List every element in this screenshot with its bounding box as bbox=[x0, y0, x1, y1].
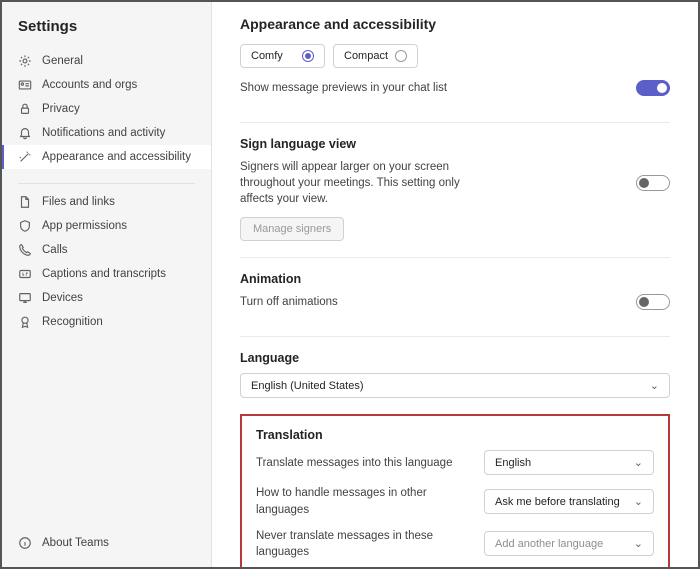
sidebar-item-notifications[interactable]: Notifications and activity bbox=[2, 121, 211, 145]
sidebar-item-general[interactable]: General bbox=[2, 49, 211, 73]
chevron-down-icon: ⌄ bbox=[650, 379, 659, 392]
sidebar-item-label: Captions and transcripts bbox=[42, 268, 166, 280]
chevron-down-icon: ⌄ bbox=[634, 456, 643, 469]
sidebar-item-label: Privacy bbox=[42, 103, 80, 115]
sidebar-group-1: General Accounts and orgs Privacy Notifi… bbox=[2, 49, 211, 169]
settings-title: Settings bbox=[2, 14, 211, 49]
sign-language-desc: Signers will appear larger on your scree… bbox=[240, 159, 480, 207]
sidebar-item-files[interactable]: Files and links bbox=[2, 190, 211, 214]
sidebar-item-app-permissions[interactable]: App permissions bbox=[2, 214, 211, 238]
language-value: English (United States) bbox=[251, 380, 364, 392]
sidebar-item-label: Notifications and activity bbox=[42, 127, 165, 139]
sidebar-item-captions[interactable]: Captions and transcripts bbox=[2, 262, 211, 286]
sidebar-item-label: Devices bbox=[42, 292, 83, 304]
sidebar-item-label: Files and links bbox=[42, 196, 115, 208]
sidebar: Settings General Accounts and orgs Priva… bbox=[2, 2, 212, 567]
settings-window: Settings General Accounts and orgs Priva… bbox=[0, 0, 700, 569]
id-card-icon bbox=[18, 78, 32, 92]
sidebar-group-2: Files and links App permissions Calls Ca… bbox=[2, 190, 211, 334]
bell-icon bbox=[18, 126, 32, 140]
monitor-icon bbox=[18, 291, 32, 305]
never-translate-row: Never translate messages in these langua… bbox=[256, 528, 654, 560]
sidebar-item-label: About Teams bbox=[42, 537, 109, 549]
radio-circle-icon bbox=[395, 50, 407, 62]
badge-icon bbox=[18, 315, 32, 329]
sidebar-item-about[interactable]: About Teams bbox=[2, 531, 211, 555]
language-section: Language English (United States) ⌄ bbox=[240, 351, 670, 406]
sidebar-item-label: Appearance and accessibility bbox=[42, 151, 191, 163]
phone-icon bbox=[18, 243, 32, 257]
translation-heading: Translation bbox=[256, 428, 654, 442]
select-value: Ask me before translating bbox=[495, 496, 620, 508]
sidebar-divider bbox=[18, 183, 195, 184]
sidebar-item-calls[interactable]: Calls bbox=[2, 238, 211, 262]
density-section: Comfy Compact Show message previews in y… bbox=[240, 44, 670, 123]
previews-label: Show message previews in your chat list bbox=[240, 80, 447, 96]
previews-toggle[interactable] bbox=[636, 80, 670, 96]
translation-section: Translation Translate messages into this… bbox=[240, 414, 670, 567]
never-translate-label: Never translate messages in these langua… bbox=[256, 528, 468, 560]
density-comfy-radio[interactable]: Comfy bbox=[240, 44, 325, 68]
radio-circle-icon bbox=[302, 50, 314, 62]
chevron-down-icon: ⌄ bbox=[634, 495, 643, 508]
translate-into-row: Translate messages into this language En… bbox=[256, 450, 654, 475]
animation-row: Turn off animations bbox=[240, 294, 670, 310]
translate-into-select[interactable]: English ⌄ bbox=[484, 450, 654, 475]
manage-signers-button[interactable]: Manage signers bbox=[240, 217, 344, 241]
sidebar-item-label: Calls bbox=[42, 244, 68, 256]
sidebar-item-devices[interactable]: Devices bbox=[2, 286, 211, 310]
sidebar-item-label: App permissions bbox=[42, 220, 127, 232]
captions-icon bbox=[18, 267, 32, 281]
animation-toggle[interactable] bbox=[636, 294, 670, 310]
translate-into-label: Translate messages into this language bbox=[256, 455, 452, 471]
chevron-down-icon: ⌄ bbox=[634, 537, 643, 550]
sign-language-heading: Sign language view bbox=[240, 137, 670, 151]
radio-label: Comfy bbox=[251, 50, 283, 62]
handle-messages-select[interactable]: Ask me before translating ⌄ bbox=[484, 489, 654, 514]
radio-label: Compact bbox=[344, 50, 388, 62]
sidebar-item-label: General bbox=[42, 55, 83, 67]
sign-language-toggle[interactable] bbox=[636, 175, 670, 191]
sidebar-item-recognition[interactable]: Recognition bbox=[2, 310, 211, 334]
never-translate-select[interactable]: Add another language ⌄ bbox=[484, 531, 654, 556]
language-heading: Language bbox=[240, 351, 670, 365]
animation-section: Animation Turn off animations bbox=[240, 272, 670, 337]
shield-icon bbox=[18, 219, 32, 233]
file-icon bbox=[18, 195, 32, 209]
wand-icon bbox=[18, 150, 32, 164]
sign-language-section: Sign language view Signers will appear l… bbox=[240, 137, 670, 258]
page-title: Appearance and accessibility bbox=[240, 16, 670, 32]
sidebar-item-privacy[interactable]: Privacy bbox=[2, 97, 211, 121]
density-compact-radio[interactable]: Compact bbox=[333, 44, 418, 68]
sidebar-item-appearance[interactable]: Appearance and accessibility bbox=[2, 145, 211, 169]
handle-messages-row: How to handle messages in other language… bbox=[256, 485, 654, 517]
info-icon bbox=[18, 536, 32, 550]
handle-messages-label: How to handle messages in other language… bbox=[256, 485, 468, 517]
sidebar-item-accounts[interactable]: Accounts and orgs bbox=[2, 73, 211, 97]
main-panel: Appearance and accessibility Comfy Compa… bbox=[212, 2, 698, 567]
language-select[interactable]: English (United States) ⌄ bbox=[240, 373, 670, 398]
select-placeholder: Add another language bbox=[495, 538, 603, 550]
animation-heading: Animation bbox=[240, 272, 670, 286]
sidebar-item-label: Accounts and orgs bbox=[42, 79, 137, 91]
sign-language-row: Signers will appear larger on your scree… bbox=[240, 159, 670, 207]
gear-icon bbox=[18, 54, 32, 68]
sidebar-footer: About Teams bbox=[2, 531, 211, 555]
lock-icon bbox=[18, 102, 32, 116]
previews-row: Show message previews in your chat list bbox=[240, 80, 670, 96]
sidebar-item-label: Recognition bbox=[42, 316, 103, 328]
animation-label: Turn off animations bbox=[240, 294, 338, 310]
density-radio-group: Comfy Compact bbox=[240, 44, 670, 68]
select-value: English bbox=[495, 457, 531, 469]
